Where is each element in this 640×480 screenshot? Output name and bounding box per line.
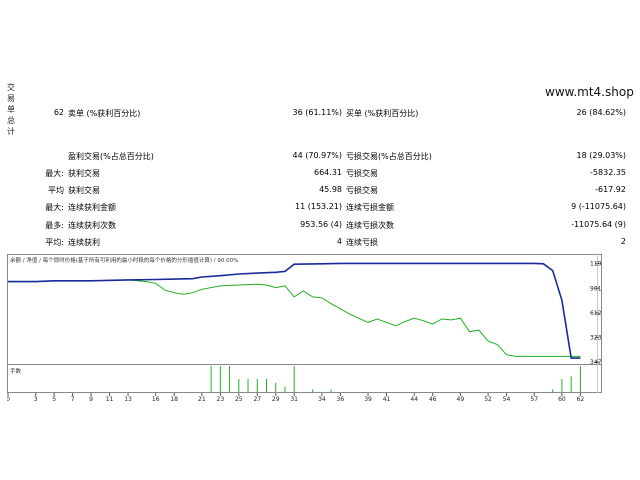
report-side-title: 交 易 单 总 计 (6, 82, 16, 137)
chart-legend: 余额 / 净值 / 每个即时价格(基于所有可利用的最小时段的每个价格的分形插值计… (10, 256, 238, 264)
max-consec-wins-label: 连续获利金额 (68, 203, 116, 212)
x-tick-label: 0 (7, 396, 10, 402)
short-positions-value: 36 (61.11%) (292, 108, 342, 117)
x-axis-ticks: 0 3 5 7 9 11 13 16 18 21 23 25 27 29 31 34 36 39 41 44 46 49 5… (7, 393, 584, 402)
x-tick-label: 62 (577, 396, 585, 402)
avg-consec-losses-value: 2 (620, 237, 626, 246)
side-title-char: 单 (7, 105, 15, 114)
loss-trades-label: 亏损交易(%占总百分比) (346, 152, 432, 161)
x-tick-label: 23 (217, 396, 225, 402)
avg-profit-value: 45.98 (319, 185, 342, 194)
x-tick-label: 9 (89, 396, 93, 402)
x-tick-label: 52 (484, 396, 492, 402)
x-tick-label: 60 (558, 396, 566, 402)
avg-consec-wins-value: 4 (336, 237, 342, 246)
maximal-consec-profit-label: 连续获利次数 (68, 221, 116, 230)
profit-trades-value: 44 (70.97%) (292, 151, 342, 160)
y-tick-label: 3238 (590, 334, 602, 341)
largest-loss-value: -5832.35 (590, 168, 626, 177)
average-prefix: 平均 (48, 186, 64, 195)
loss-trades-value: 18 (29.03%) (576, 151, 626, 160)
side-title-char: 交 (7, 83, 15, 92)
x-tick-label: 3 (34, 396, 38, 402)
max-consec-losses-label: 连续亏损金额 (346, 203, 394, 212)
y-tick-label: 347 (590, 359, 602, 366)
maximal-prefix: 最多: (45, 221, 64, 230)
largest-prefix: 最大: (45, 169, 64, 178)
maximal-consec-loss-label: 连续亏损次数 (346, 221, 394, 230)
x-tick-label: 54 (503, 396, 511, 402)
main-plot-frame (7, 254, 602, 365)
watermark: www.mt4.shop (545, 85, 634, 99)
avg-consec-losses-label: 连续亏损 (346, 238, 378, 247)
x-tick-label: 27 (253, 396, 261, 402)
x-tick-label: 11 (106, 396, 114, 402)
avg-profit-label: 获利交易 (68, 186, 100, 195)
total-trades-value: 62 (53, 108, 64, 117)
x-tick-label: 18 (170, 396, 178, 402)
balance-equity-chart: 余额 / 净值 / 每个即时价格(基于所有可利用的最小时段的每个价格的分形插值计… (7, 254, 602, 402)
max-consec-wins-value: 11 (153.21) (295, 202, 342, 211)
x-tick-label: 5 (52, 396, 56, 402)
volume-plot-frame (7, 364, 602, 393)
max-consec-losses-value: 9 (-11075.64) (571, 202, 626, 211)
y-tick-label: 6128 (590, 310, 602, 317)
x-tick-label: 41 (383, 396, 391, 402)
x-tick-label: 44 (410, 396, 418, 402)
largest-profit-value: 664.31 (314, 168, 342, 177)
x-tick-label: 34 (318, 396, 326, 402)
x-tick-label: 49 (457, 396, 465, 402)
x-tick-label: 16 (152, 396, 160, 402)
maximal-consec-loss-value: -11075.64 (9) (571, 220, 626, 229)
profit-trades-label: 盈利交易(%占总百分比) (68, 152, 154, 161)
maximal-consec-profit-value: 953.56 (4) (300, 220, 342, 229)
x-tick-label: 7 (71, 396, 75, 402)
short-positions-label: 卖单 (%获利百分比) (68, 109, 141, 118)
x-tick-label: 36 (337, 396, 345, 402)
largest-loss-label: 亏损交易 (346, 169, 378, 178)
x-tick-label: 46 (429, 396, 437, 402)
avg-consec-wins-label: 连续获利 (68, 238, 100, 247)
x-tick-label: 13 (124, 396, 132, 402)
long-positions-label: 买单 (%获利百分比) (346, 109, 419, 118)
x-tick-label: 57 (530, 396, 538, 402)
x-tick-label: 29 (272, 396, 280, 402)
x-tick-label: 21 (198, 396, 206, 402)
x-tick-label: 39 (364, 396, 372, 402)
long-positions-value: 26 (84.62%) (576, 108, 626, 117)
avg-consec-prefix: 平均: (45, 238, 64, 247)
side-title-char: 总 (7, 116, 15, 125)
side-title-char: 易 (7, 94, 15, 103)
side-title-char: 计 (7, 127, 15, 136)
volume-label: 手数 (10, 367, 22, 375)
x-tick-label: 31 (290, 396, 298, 402)
y-tick-label: 11910 (590, 261, 602, 268)
max-prefix: 最大: (45, 203, 64, 212)
x-tick-label: 25 (235, 396, 243, 402)
y-tick-label: 9019 (590, 285, 602, 292)
avg-loss-value: -617.92 (595, 185, 626, 194)
avg-loss-label: 亏损交易 (346, 186, 378, 195)
largest-profit-label: 获利交易 (68, 169, 100, 178)
